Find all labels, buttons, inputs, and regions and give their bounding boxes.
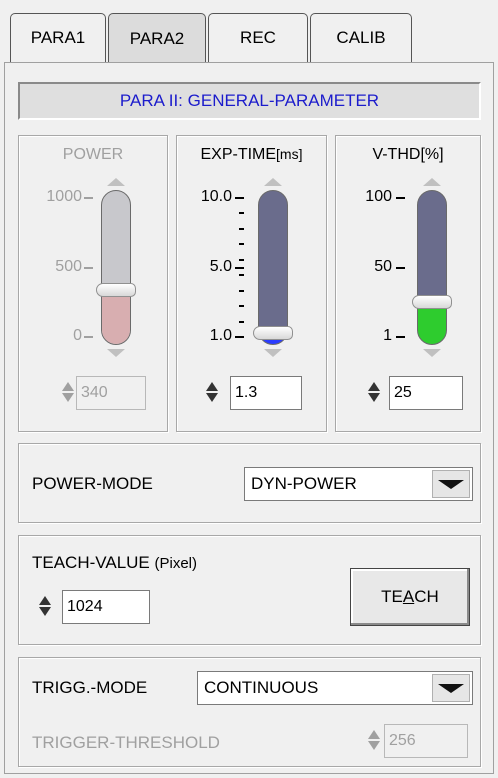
slider-down-arrow-icon[interactable] (107, 349, 125, 357)
spin-up-icon[interactable] (367, 730, 380, 739)
trigger-threshold-field[interactable] (384, 724, 468, 758)
tab-para2[interactable]: PARA2 (108, 13, 206, 63)
power-mode-dropdown-button[interactable] (432, 470, 470, 498)
spin-up-icon[interactable] (367, 382, 380, 391)
minor-tick-mark (239, 258, 244, 261)
tick-mark (235, 336, 244, 338)
tick-mark (396, 197, 405, 199)
tick-label: 5.0 (209, 257, 232, 275)
power-slider-fill (102, 288, 130, 344)
exp-time-unit: [ms] (276, 146, 303, 162)
exp-time-title: EXP-TIME[ms] (176, 146, 327, 164)
tick-label: 10.0 (200, 188, 232, 205)
teach-button-label-pre: TE (381, 587, 403, 606)
spin-down-icon[interactable] (61, 393, 74, 402)
v-thd-slider-thumb[interactable] (412, 295, 452, 310)
v-thd-title: V-THD[%] (372, 146, 444, 163)
v-thd-slider-track[interactable] (417, 190, 447, 345)
v-thd-value-field[interactable] (389, 376, 463, 410)
power-mode-label: POWER-MODE (32, 474, 153, 493)
trigg-mode-label: TRIGG.-MODE (32, 678, 148, 697)
tick-mark (235, 266, 244, 269)
tab-para1[interactable]: PARA1 (10, 13, 106, 62)
triangle-down-icon (438, 479, 464, 489)
slider-up-arrow-icon[interactable] (107, 178, 125, 186)
tab-calib-label: CALIB (336, 28, 386, 47)
power-spinner[interactable] (61, 376, 74, 408)
tick-label: 1 (383, 327, 392, 344)
tick-label: 100 (365, 188, 392, 205)
tick-mark (84, 266, 93, 269)
teach-button-label-post: CH (414, 587, 439, 606)
tab-rec[interactable]: REC (208, 13, 308, 62)
tab-para1-label: PARA1 (30, 28, 86, 47)
spin-up-icon[interactable] (61, 382, 74, 391)
slider-down-arrow-icon[interactable] (264, 349, 282, 357)
tab-calib[interactable]: CALIB (310, 13, 412, 62)
section-title: PARA II: GENERAL-PARAMETER (18, 82, 481, 120)
power-mode-select[interactable]: DYN-POWER (244, 467, 473, 501)
tick-label: 1000 (46, 188, 82, 205)
trigger-threshold-label: TRIGGER-THRESHOLD (32, 733, 220, 752)
minor-tick-mark (239, 274, 244, 277)
spin-down-icon[interactable] (205, 393, 218, 402)
tab-para2-label: PARA2 (129, 28, 185, 48)
tick-label: 1.0 (209, 327, 232, 344)
minor-tick-mark (239, 305, 244, 308)
power-slider-track[interactable] (101, 190, 131, 345)
slider-up-arrow-icon[interactable] (264, 178, 282, 186)
power-title: POWER (62, 146, 124, 163)
tick-mark (235, 197, 244, 199)
v-thd-spinner[interactable] (367, 376, 380, 408)
spin-up-icon[interactable] (38, 596, 51, 605)
spin-down-icon[interactable] (367, 741, 380, 750)
tick-mark (84, 197, 93, 199)
exp-time-slider-thumb[interactable] (253, 325, 293, 340)
tick-label: 0 (73, 327, 82, 344)
tick-mark (84, 336, 93, 338)
tick-label: 50 (374, 257, 392, 275)
exp-time-spinner[interactable] (205, 376, 218, 408)
tick-mark (396, 266, 405, 269)
trigger-threshold-spinner[interactable] (367, 724, 380, 756)
trigg-mode-select[interactable]: CONTINUOUS (197, 671, 473, 705)
slider-up-arrow-icon[interactable] (423, 178, 441, 186)
teach-value-label-main: TEACH-VALUE (32, 553, 150, 572)
power-mode-value: DYN-POWER (251, 474, 357, 493)
triangle-down-icon (438, 683, 464, 693)
power-value-field[interactable] (76, 376, 146, 410)
tab-rec-label: REC (240, 28, 276, 47)
tick-label: 500 (55, 257, 82, 275)
exp-time-slider-track[interactable] (258, 190, 288, 345)
teach-value-field[interactable] (62, 590, 150, 624)
minor-tick-mark (239, 212, 244, 215)
minor-tick-mark (239, 320, 244, 323)
spin-down-icon[interactable] (38, 607, 51, 616)
teach-value-label-unit: (Pixel) (154, 555, 198, 572)
teach-button-label-accel: A (402, 587, 415, 606)
spin-down-icon[interactable] (367, 393, 380, 402)
teach-value-spinner[interactable] (38, 590, 51, 622)
teach-value-label: TEACH-VALUE (Pixel) (32, 553, 197, 573)
teach-button[interactable]: TEACH (350, 568, 470, 626)
teach-button-label: TEACH (381, 587, 439, 607)
trigg-mode-dropdown-button[interactable] (432, 674, 470, 702)
exp-time-title-text: EXP-TIME (200, 146, 277, 163)
minor-tick-mark (239, 289, 244, 292)
section-title-text: PARA II: GENERAL-PARAMETER (119, 91, 380, 110)
exp-time-value-field[interactable] (230, 376, 302, 410)
tick-mark (396, 336, 405, 338)
spin-up-icon[interactable] (205, 382, 218, 391)
minor-tick-mark (239, 227, 244, 230)
minor-tick-mark (239, 243, 244, 246)
power-slider-thumb[interactable] (96, 282, 136, 297)
trigg-mode-value: CONTINUOUS (204, 678, 319, 697)
slider-down-arrow-icon[interactable] (423, 349, 441, 357)
